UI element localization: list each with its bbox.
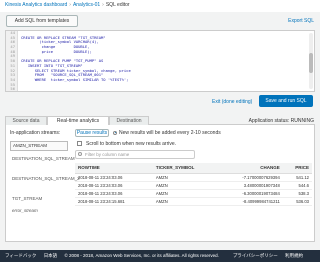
scroll-bottom-label: Scroll to bottom when new results arrive… xyxy=(86,141,177,147)
cell-change: 3.48000001907348 xyxy=(218,181,283,190)
line-number: 56 xyxy=(10,86,15,92)
stream-item-error[interactable]: error_stream xyxy=(10,207,68,215)
stream-item-amzn[interactable]: AMZN_STREAM xyxy=(10,141,68,151)
cell-rowtime: 2018-08-11 23:24:03.06 xyxy=(75,173,153,182)
new-results-label: New results will be added every 2-10 sec… xyxy=(119,130,221,136)
save-and-run-button[interactable]: Save and run SQL xyxy=(259,95,313,107)
stream-item-destination-sql-2[interactable]: DESTINATION_SQL_STREAM_2 xyxy=(10,175,80,183)
line-number-gutter: 44 45 46 47 48 49 50 51 52 53 54 55 56 xyxy=(6,31,18,91)
page-footer: フィードバック 日本語 © 2008 - 2018, Amazon Web Se… xyxy=(0,250,320,262)
column-header-rowtime[interactable]: ROWTIME xyxy=(75,163,153,174)
editor-scrollbar[interactable] xyxy=(309,33,313,89)
tab-source-data[interactable]: Source data xyxy=(5,116,47,125)
cell-rowtime: 2018-08-11 23:24:15.681 xyxy=(75,197,153,206)
status-value: RUNNING xyxy=(290,118,314,124)
column-header-change[interactable]: CHANGE xyxy=(218,163,283,174)
real-time-analytics-panel: In-application streams: AMZN_STREAM DEST… xyxy=(5,125,315,242)
column-header-ticker-symbol[interactable]: TICKER_SYMBOL xyxy=(152,163,219,174)
cell-ticker-symbol: AMZN xyxy=(152,181,219,190)
pause-results-button[interactable]: Pause results xyxy=(75,129,109,137)
table-row: 2018-08-11 23:24:03.06 AMZN -7.170000076… xyxy=(75,173,312,182)
filter-input[interactable]: Filter by column name xyxy=(75,150,195,159)
filter-placeholder: Filter by column name xyxy=(85,152,130,157)
column-header-price[interactable]: PRICE xyxy=(282,163,312,174)
breadcrumb-separator: › xyxy=(102,2,104,8)
cell-ticker-symbol: AMZN xyxy=(152,189,219,198)
feedback-link[interactable]: フィードバック xyxy=(5,253,36,258)
streams-header: In-application streams: xyxy=(10,130,61,136)
breadcrumb-separator: › xyxy=(69,2,71,8)
add-sql-from-templates-button[interactable]: Add SQL from templates xyxy=(6,15,78,27)
results-table: ROWTIME TICKER_SYMBOL CHANGE PRICE 2018-… xyxy=(75,163,312,206)
stream-item-tgt[interactable]: TGT_STREAM xyxy=(10,195,68,203)
status-label: Application status: xyxy=(248,118,290,124)
terms-link[interactable]: 利用規約 xyxy=(285,253,303,258)
cell-price: 544.6 xyxy=(282,181,312,190)
export-sql-link[interactable]: Export SQL xyxy=(288,18,314,24)
cell-price: 541.12 xyxy=(282,173,312,182)
code-area[interactable]: CREATE OR REPLACE STREAM "TGT_STREAM" (t… xyxy=(21,31,304,91)
cell-rowtime: 2018-08-11 23:24:03.06 xyxy=(75,189,153,198)
cell-change: -7.17000007629394 xyxy=(218,173,283,182)
breadcrumb-application[interactable]: Analytics-01 xyxy=(73,2,100,8)
search-icon xyxy=(78,152,82,156)
tab-destination[interactable]: Destination xyxy=(109,116,149,125)
privacy-policy-link[interactable]: プライバシーポリシー xyxy=(233,253,278,258)
application-status: Application status: RUNNING xyxy=(249,118,314,124)
table-row: 2018-08-11 23:24:03.06 AMZN 3.4800000190… xyxy=(75,181,312,190)
cell-price: 538.3 xyxy=(282,189,312,198)
cell-change: -6.30000019073484 xyxy=(218,189,283,198)
sql-editor[interactable]: 44 45 46 47 48 49 50 51 52 53 54 55 56 C… xyxy=(5,30,315,92)
stream-item-destination-sql[interactable]: DESTINATION_SQL_STREAM xyxy=(10,155,75,163)
breadcrumb-current: SQL editor xyxy=(105,2,130,8)
breadcrumb-dashboard[interactable]: Kinesis Analytics dashboard xyxy=(5,2,67,8)
table-header-row: ROWTIME TICKER_SYMBOL CHANGE PRICE xyxy=(75,163,312,174)
cell-change: -8.40999984741211 xyxy=(218,197,283,206)
copyright-text: © 2008 - 2018, Amazon Web Services, Inc.… xyxy=(64,253,219,258)
new-results-option[interactable]: New results will be added every 2-10 sec… xyxy=(113,130,221,136)
language-selector[interactable]: 日本語 xyxy=(44,253,58,258)
cell-ticker-symbol: AMZN xyxy=(152,197,219,206)
scroll-bottom-checkbox[interactable] xyxy=(77,141,82,146)
table-row: 2018-08-11 23:24:03.06 AMZN -6.300000190… xyxy=(75,189,312,198)
table-row: 2018-08-11 23:24:15.681 AMZN -8.40999984… xyxy=(75,197,312,206)
exit-editing-link[interactable]: Exit (done editing) xyxy=(212,99,252,105)
breadcrumb: Kinesis Analytics dashboard › Analytics-01… xyxy=(0,0,320,12)
cell-ticker-symbol: AMZN xyxy=(152,173,219,182)
cell-price: 536.03 xyxy=(282,197,312,206)
new-results-radio[interactable] xyxy=(113,130,117,135)
cell-rowtime: 2018-08-11 23:24:03.06 xyxy=(75,181,153,190)
